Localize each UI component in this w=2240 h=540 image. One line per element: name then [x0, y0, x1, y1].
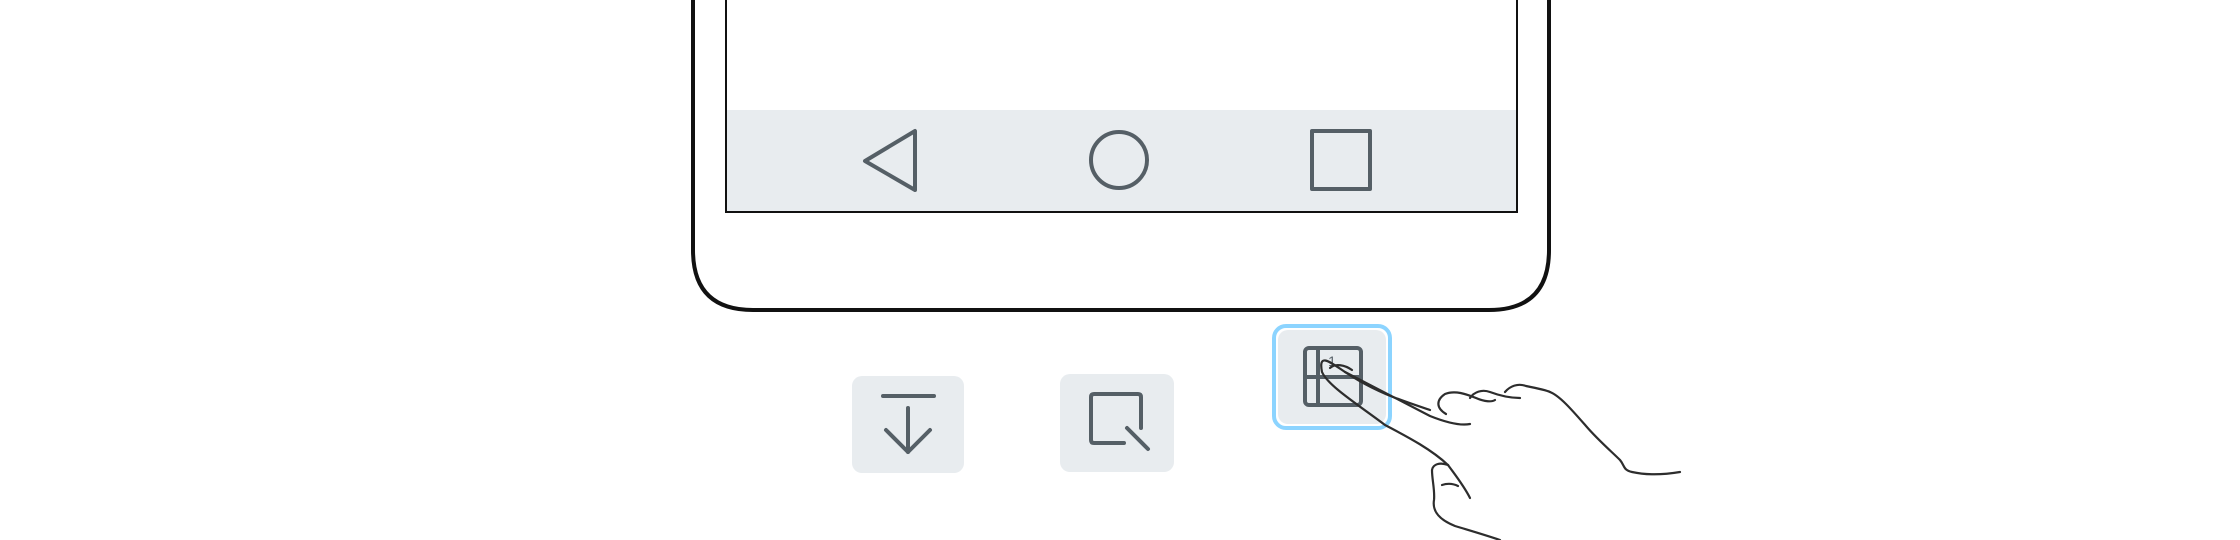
download-tile[interactable]	[852, 376, 964, 473]
screen-edit-tile-background	[1060, 374, 1174, 472]
phone-diagram: 1	[691, 0, 1682, 540]
split-screen-tile[interactable]: 1	[1272, 324, 1392, 430]
pointing-hand-icon	[1320, 359, 1682, 540]
screen-edit-tile[interactable]	[1060, 374, 1174, 472]
illustration-canvas: 1	[0, 0, 2240, 540]
nav-bar	[727, 110, 1516, 211]
